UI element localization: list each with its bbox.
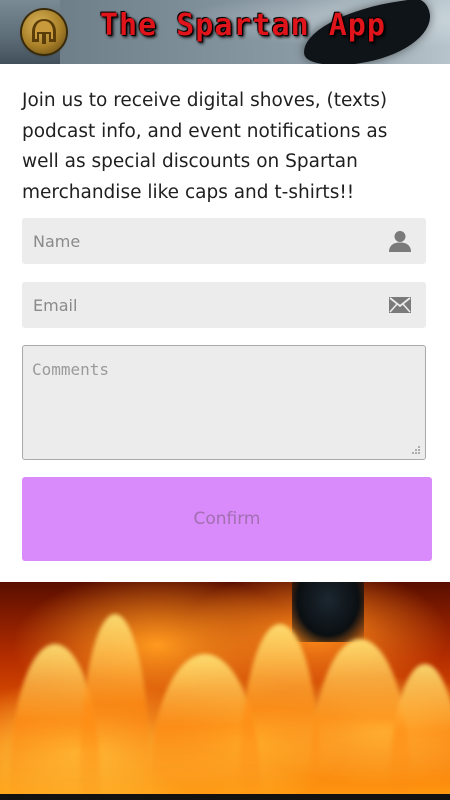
user-icon	[389, 231, 411, 252]
flame	[240, 624, 320, 794]
flame	[80, 614, 150, 794]
envelope-icon	[389, 297, 411, 313]
signup-form: Join us to receive digital shoves, (text…	[0, 64, 450, 582]
app-title: The Spartan App	[100, 8, 386, 43]
email-field[interactable]	[22, 282, 426, 328]
app-header: The Spartan App	[0, 0, 450, 64]
comments-textarea[interactable]	[23, 346, 425, 459]
intro-text: Join us to receive digital shoves, (text…	[22, 90, 388, 203]
comments-field[interactable]	[22, 345, 426, 460]
spartan-helmet-icon	[22, 10, 66, 54]
name-input[interactable]	[22, 218, 383, 264]
flame	[390, 664, 450, 794]
resize-grip-icon[interactable]	[411, 445, 421, 455]
fire-dark-shape	[292, 582, 364, 642]
confirm-button[interactable]: Confirm	[22, 477, 432, 561]
name-field[interactable]	[22, 218, 426, 264]
fire-background-image	[0, 582, 450, 794]
email-input[interactable]	[22, 282, 383, 328]
bottom-bar	[0, 794, 450, 800]
